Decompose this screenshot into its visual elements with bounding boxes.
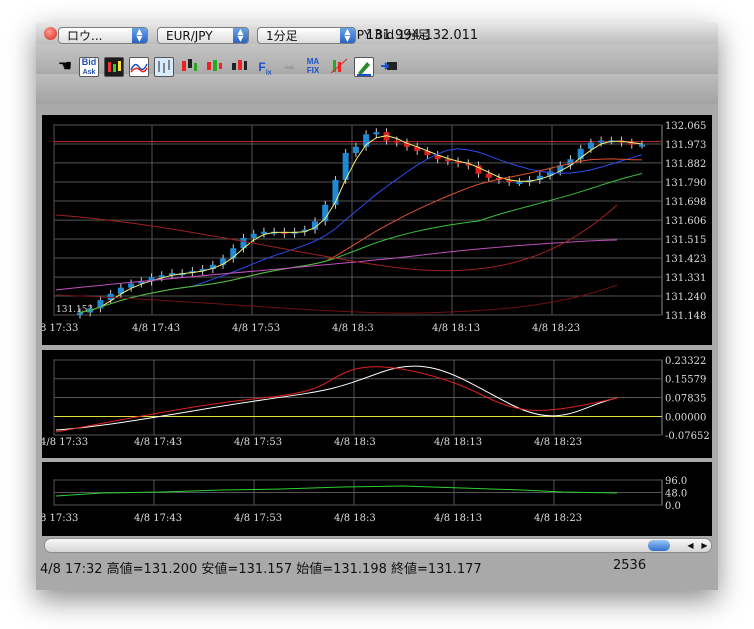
candle [598, 140, 605, 143]
x-tick-label: 4/8 18:23 [534, 513, 582, 524]
candle [373, 132, 380, 135]
ma-fast-line [79, 135, 643, 313]
candle [587, 142, 594, 149]
candlestick-icon[interactable] [179, 57, 199, 77]
x-tick-label: 4/8 18:3 [334, 437, 376, 448]
rsi-panel[interactable]: 96.0 48.0 0.0 8 17:33 4/8 17:43 4/8 17:53 4/8 … [40, 462, 712, 536]
signal-line [55, 365, 618, 431]
y-tick-label: 131.331 [665, 273, 706, 284]
scroll-right-icon[interactable]: ▶ [698, 539, 711, 552]
y-tick-label: 48.0 [665, 489, 687, 500]
export-icon[interactable] [379, 57, 399, 77]
macd-line [55, 366, 618, 433]
x-tick-label: 4/8 18:13 [434, 437, 482, 448]
x-tick-label: 8 17:33 [42, 513, 78, 524]
order-type-value: ロウ... [67, 29, 103, 43]
scroll-left-icon[interactable]: ◀ [684, 539, 697, 552]
pair-value: EUR/JPY [166, 29, 213, 43]
y-tick-label: 96.0 [665, 476, 687, 487]
y-tick-label: 131.698 [665, 197, 706, 208]
x-tick-label: 4/8 18:23 [532, 323, 580, 334]
chevron-updown-icon: ▲ ▼ [132, 28, 147, 43]
disabled-arrow-icon: ➟ [283, 59, 295, 75]
y-tick-label: 0.23322 [665, 356, 706, 367]
price-chart[interactable]: 132.065 131.973 131.882 131.790 131.698 131.6… [40, 115, 712, 345]
trend-icon[interactable] [329, 57, 349, 77]
scroll-thumb[interactable] [648, 540, 670, 551]
x-tick-label: 4/8 17:43 [132, 323, 180, 334]
y-tick-label: -0.07652 [665, 431, 710, 442]
y-tick-label: 131.240 [665, 292, 706, 303]
x-tick-label: 4/8 17:43 [134, 513, 182, 524]
ma-fix-icon[interactable]: MA FIX [303, 57, 323, 77]
horizontal-scrollbar[interactable] [44, 538, 712, 553]
y-tick-label: 0.15579 [665, 375, 706, 386]
chevron-updown-icon: ▲ ▼ [233, 28, 248, 43]
fix-icon[interactable]: Fix [255, 57, 275, 77]
y-tick-label: 131.973 [665, 140, 706, 151]
y-tick-label: 131.606 [665, 216, 706, 227]
x-tick-label: 4/8 17:53 [232, 323, 280, 334]
price-range: 131.994-132.011 [366, 28, 479, 43]
bid-ask-icon[interactable]: Bid Ask [79, 57, 99, 77]
ohlc-readout: 4/8 17:32 高値=131.200 安値=131.157 始値=131.1… [40, 562, 482, 577]
x-tick-label: 4/8 18:13 [432, 323, 480, 334]
price-chart-panel[interactable]: 132.065 131.973 131.882 131.790 131.698 131.6… [40, 115, 712, 345]
y-tick-label: 131.148 [665, 311, 706, 322]
candle [393, 140, 400, 143]
y-tick-label: 131.423 [665, 254, 706, 265]
band-line [55, 284, 618, 314]
candle [250, 233, 257, 238]
y-tick-label: 131.790 [665, 178, 706, 189]
x-tick-label: 4/8 18:23 [534, 437, 582, 448]
candle [639, 144, 645, 147]
rsi-chart[interactable]: 96.0 48.00.0 8 17:33 4/8 17:43 4/8 17:53 4/8 … [40, 462, 712, 536]
y-tick-label: 132.065 [665, 121, 706, 132]
hand-tool-icon[interactable]: ☚ [55, 57, 75, 77]
x-tick-label: 4/8 18:3 [332, 323, 374, 334]
x-tick-label: 4/8 17:53 [234, 513, 282, 524]
order-type-select[interactable]: ロウ... ▲ ▼ [58, 27, 148, 44]
timeframe-value: 1分足 [266, 29, 298, 43]
rsi-line [55, 485, 618, 497]
candle [352, 146, 359, 153]
timeframe-select[interactable]: 1分足 ▲ ▼ [257, 27, 356, 44]
x-tick-label: 4/8 18:13 [434, 513, 482, 524]
macd-panel[interactable]: 0.23322 0.15579 0.07835 0.00000 -0.07652 4/8 … [40, 350, 712, 458]
candle [77, 312, 83, 315]
y-tick-label: 131.515 [665, 235, 706, 246]
x-tick-label: 4/8 18:3 [334, 513, 376, 524]
x-tick-label: 4/8 17:43 [134, 437, 182, 448]
pencil-icon[interactable] [354, 57, 374, 77]
moving-average-icon[interactable] [129, 57, 149, 77]
x-tick-label: 4/8 17:53 [234, 437, 282, 448]
y-tick-label: 0.00000 [665, 412, 706, 423]
candle [260, 231, 267, 234]
x-tick-label: 8 17:33 [42, 323, 78, 334]
candlestick3-icon[interactable] [229, 57, 249, 77]
y-tick-label: 0.07835 [665, 394, 706, 405]
candle-color-icon[interactable] [104, 57, 124, 77]
bar-chart-icon[interactable] [154, 57, 174, 77]
bar-count: 2536 [613, 558, 647, 573]
oscillator-chart[interactable]: 0.23322 0.15579 0.07835 0.00000 -0.07652 4/8 … [40, 350, 712, 458]
y-tick-label: 131.882 [665, 159, 706, 170]
pair-select[interactable]: EUR/JPY ▲ ▼ [157, 27, 249, 44]
toolbar-icons [36, 74, 718, 104]
candle [516, 181, 523, 184]
chevron-updown-icon: ▲ ▼ [340, 28, 355, 43]
x-tick-label: 4/8 17:33 [42, 437, 88, 448]
candlestick2-icon[interactable] [204, 57, 224, 77]
ma-mid-line [79, 148, 643, 313]
y-tick-label: 0.0 [665, 501, 681, 512]
band-line [55, 204, 618, 272]
candle [485, 173, 492, 178]
